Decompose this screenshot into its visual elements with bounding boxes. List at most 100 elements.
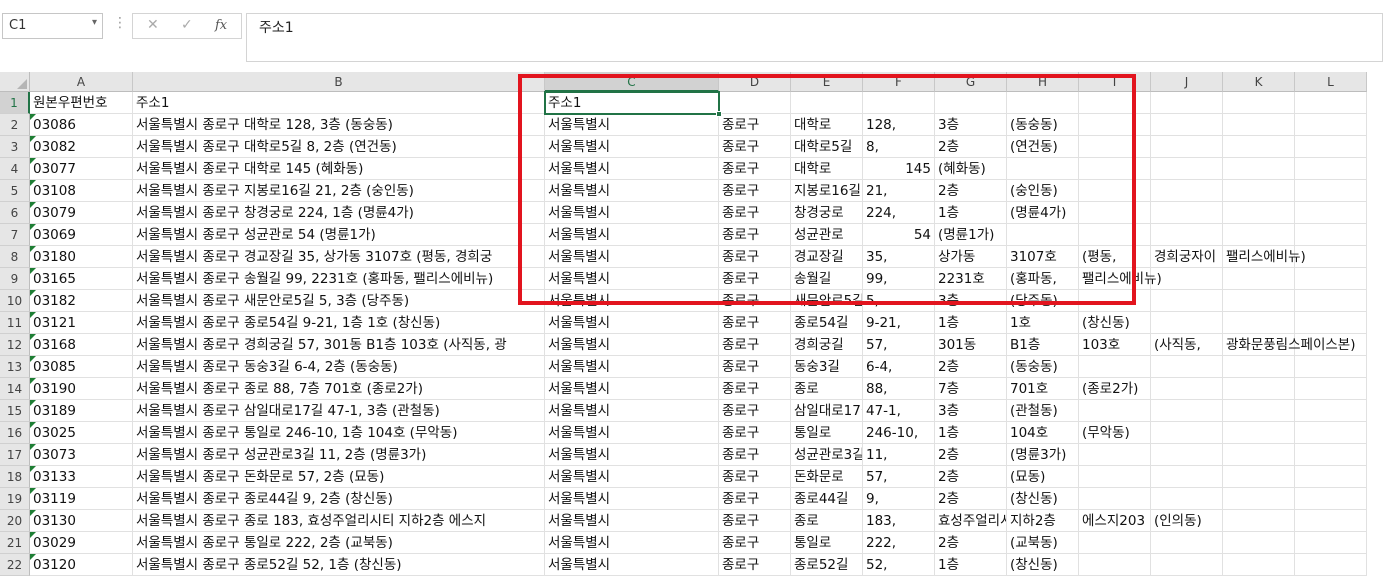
- cell-h12[interactable]: B1층: [1007, 334, 1079, 356]
- enter-icon[interactable]: ✓: [181, 17, 193, 33]
- cell-a4[interactable]: 03077: [30, 158, 133, 180]
- cell-i7[interactable]: [1079, 224, 1151, 246]
- cell-l20[interactable]: [1295, 510, 1367, 532]
- cell-c15[interactable]: 서울특별시: [545, 400, 719, 422]
- cell-b18[interactable]: 서울특별시 종로구 돈화문로 57, 2층 (묘동): [133, 466, 545, 488]
- column-header-d[interactable]: D: [719, 72, 791, 92]
- cell-c5[interactable]: 서울특별시: [545, 180, 719, 202]
- cell-i3[interactable]: [1079, 136, 1151, 158]
- cell-e3[interactable]: 대학로5길: [791, 136, 863, 158]
- cell-f1[interactable]: [863, 92, 935, 114]
- row-header-16[interactable]: 16: [0, 422, 30, 444]
- cell-i16[interactable]: (무악동): [1079, 422, 1151, 444]
- cell-j20[interactable]: (인의동): [1151, 510, 1223, 532]
- cell-l21[interactable]: [1295, 532, 1367, 554]
- cell-a19[interactable]: 03119: [30, 488, 133, 510]
- cell-c11[interactable]: 서울특별시: [545, 312, 719, 334]
- column-header-f[interactable]: F: [863, 72, 935, 92]
- cell-f5[interactable]: 21,: [863, 180, 935, 202]
- cell-g20[interactable]: 효성주얼리시티: [935, 510, 1007, 532]
- cell-i14[interactable]: (종로2가): [1079, 378, 1151, 400]
- cell-b15[interactable]: 서울특별시 종로구 삼일대로17길 47-1, 3층 (관철동): [133, 400, 545, 422]
- cell-e6[interactable]: 창경궁로: [791, 202, 863, 224]
- more-options-icon[interactable]: ⋮: [113, 15, 127, 31]
- cell-i1[interactable]: [1079, 92, 1151, 114]
- name-box[interactable]: C1 ▾: [2, 13, 103, 39]
- cell-d4[interactable]: 종로구: [719, 158, 791, 180]
- row-header-19[interactable]: 19: [0, 488, 30, 510]
- row-header-2[interactable]: 2: [0, 114, 30, 136]
- cell-j3[interactable]: [1151, 136, 1223, 158]
- cell-j1[interactable]: [1151, 92, 1223, 114]
- cell-f2[interactable]: 128,: [863, 114, 935, 136]
- cell-g8[interactable]: 상가동: [935, 246, 1007, 268]
- column-header-l[interactable]: L: [1295, 72, 1367, 92]
- row-header-12[interactable]: 12: [0, 334, 30, 356]
- column-header-h[interactable]: H: [1007, 72, 1079, 92]
- row-header-11[interactable]: 11: [0, 312, 30, 334]
- cell-d19[interactable]: 종로구: [719, 488, 791, 510]
- cell-b5[interactable]: 서울특별시 종로구 지봉로16길 21, 2층 (숭인동): [133, 180, 545, 202]
- cell-e8[interactable]: 경교장길: [791, 246, 863, 268]
- cell-h3[interactable]: (연건동): [1007, 136, 1079, 158]
- cell-c20[interactable]: 서울특별시: [545, 510, 719, 532]
- cell-a7[interactable]: 03069: [30, 224, 133, 246]
- cell-a17[interactable]: 03073: [30, 444, 133, 466]
- cell-h5[interactable]: (숭인동): [1007, 180, 1079, 202]
- column-header-a[interactable]: A: [30, 72, 133, 92]
- cell-b11[interactable]: 서울특별시 종로구 종로54길 9-21, 1층 1호 (창신동): [133, 312, 545, 334]
- cell-c10[interactable]: 서울특별시: [545, 290, 719, 312]
- cell-a18[interactable]: 03133: [30, 466, 133, 488]
- cell-d16[interactable]: 종로구: [719, 422, 791, 444]
- cell-j17[interactable]: [1151, 444, 1223, 466]
- cell-d8[interactable]: 종로구: [719, 246, 791, 268]
- cell-d2[interactable]: 종로구: [719, 114, 791, 136]
- cell-j22[interactable]: [1151, 554, 1223, 576]
- row-header-20[interactable]: 20: [0, 510, 30, 532]
- cell-h14[interactable]: 701호: [1007, 378, 1079, 400]
- cell-l8[interactable]: [1295, 246, 1367, 268]
- cell-e10[interactable]: 새문안로5길: [791, 290, 863, 312]
- cell-a20[interactable]: 03130: [30, 510, 133, 532]
- cell-f19[interactable]: 9,: [863, 488, 935, 510]
- cell-e18[interactable]: 돈화문로: [791, 466, 863, 488]
- cell-e20[interactable]: 종로: [791, 510, 863, 532]
- cell-g3[interactable]: 2층: [935, 136, 1007, 158]
- row-header-1[interactable]: 1: [0, 92, 30, 114]
- cell-h18[interactable]: (묘동): [1007, 466, 1079, 488]
- cell-a22[interactable]: 03120: [30, 554, 133, 576]
- cell-a8[interactable]: 03180: [30, 246, 133, 268]
- cell-b16[interactable]: 서울특별시 종로구 통일로 246-10, 1층 104호 (무악동): [133, 422, 545, 444]
- cell-f16[interactable]: 246-10,: [863, 422, 935, 444]
- row-header-17[interactable]: 17: [0, 444, 30, 466]
- cell-a2[interactable]: 03086: [30, 114, 133, 136]
- cell-d7[interactable]: 종로구: [719, 224, 791, 246]
- cell-e13[interactable]: 동숭3길: [791, 356, 863, 378]
- cell-c4[interactable]: 서울특별시: [545, 158, 719, 180]
- row-header-13[interactable]: 13: [0, 356, 30, 378]
- cell-l7[interactable]: [1295, 224, 1367, 246]
- cell-e1[interactable]: [791, 92, 863, 114]
- cell-l15[interactable]: [1295, 400, 1367, 422]
- cell-i19[interactable]: [1079, 488, 1151, 510]
- cell-f8[interactable]: 35,: [863, 246, 935, 268]
- cell-l11[interactable]: [1295, 312, 1367, 334]
- cell-f9[interactable]: 99,: [863, 268, 935, 290]
- cell-g14[interactable]: 7층: [935, 378, 1007, 400]
- cell-k3[interactable]: [1223, 136, 1295, 158]
- cell-f6[interactable]: 224,: [863, 202, 935, 224]
- cell-k6[interactable]: [1223, 202, 1295, 224]
- cell-f7[interactable]: 54: [863, 224, 935, 246]
- cell-k9[interactable]: [1223, 268, 1295, 290]
- cell-d22[interactable]: 종로구: [719, 554, 791, 576]
- cell-k15[interactable]: [1223, 400, 1295, 422]
- cell-a3[interactable]: 03082: [30, 136, 133, 158]
- row-header-3[interactable]: 3: [0, 136, 30, 158]
- cell-l16[interactable]: [1295, 422, 1367, 444]
- cell-j18[interactable]: [1151, 466, 1223, 488]
- cell-b2[interactable]: 서울특별시 종로구 대학로 128, 3층 (동숭동): [133, 114, 545, 136]
- cell-i11[interactable]: (창신동): [1079, 312, 1151, 334]
- cell-h9[interactable]: (홍파동,: [1007, 268, 1079, 290]
- cell-c3[interactable]: 서울특별시: [545, 136, 719, 158]
- cell-b14[interactable]: 서울특별시 종로구 종로 88, 7층 701호 (종로2가): [133, 378, 545, 400]
